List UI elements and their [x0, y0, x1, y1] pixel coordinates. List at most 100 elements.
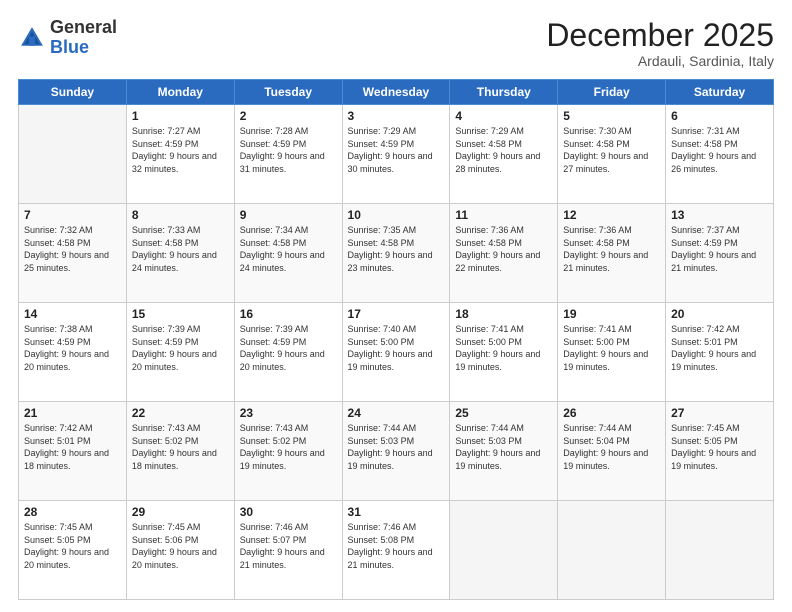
- day-info: Sunrise: 7:45 AMSunset: 5:05 PMDaylight:…: [24, 521, 121, 571]
- day-cell: 6 Sunrise: 7:31 AMSunset: 4:58 PMDaylight…: [666, 105, 774, 204]
- day-cell: 16Sunrise: 7:39 AMSunset: 4:59 PMDayligh…: [234, 303, 342, 402]
- day-number: 31: [348, 505, 445, 519]
- day-info: Sunrise: 7:41 AMSunset: 5:00 PMDaylight:…: [455, 323, 552, 373]
- day-number: 17: [348, 307, 445, 321]
- logo-blue-text: Blue: [50, 37, 89, 57]
- week-row-0: 1 Sunrise: 7:27 AMSunset: 4:59 PMDaylight…: [19, 105, 774, 204]
- page: General Blue December 2025 Ardauli, Sard…: [0, 0, 792, 612]
- day-header-tuesday: Tuesday: [234, 80, 342, 105]
- header: General Blue December 2025 Ardauli, Sard…: [18, 18, 774, 69]
- day-number: 8: [132, 208, 229, 222]
- day-info: Sunrise: 7:33 AMSunset: 4:58 PMDaylight:…: [132, 224, 229, 274]
- day-number: 7: [24, 208, 121, 222]
- day-cell: 1 Sunrise: 7:27 AMSunset: 4:59 PMDaylight…: [126, 105, 234, 204]
- day-number: 11: [455, 208, 552, 222]
- day-number: 29: [132, 505, 229, 519]
- day-info: Sunrise: 7:44 AMSunset: 5:04 PMDaylight:…: [563, 422, 660, 472]
- day-info: Sunrise: 7:42 AMSunset: 5:01 PMDaylight:…: [24, 422, 121, 472]
- week-row-3: 21 Sunrise: 7:42 AMSunset: 5:01 PMDayligh…: [19, 402, 774, 501]
- day-number: 28: [24, 505, 121, 519]
- day-cell: 7Sunrise: 7:32 AMSunset: 4:58 PMDaylight…: [19, 204, 127, 303]
- day-info: Sunrise: 7:36 AMSunset: 4:58 PMDaylight:…: [455, 224, 552, 274]
- day-number: 18: [455, 307, 552, 321]
- day-cell: 4Sunrise: 7:29 AMSunset: 4:58 PMDaylight…: [450, 105, 558, 204]
- day-number: 12: [563, 208, 660, 222]
- day-info: Sunrise: 7:36 AMSunset: 4:58 PMDaylight:…: [563, 224, 660, 274]
- day-header-friday: Friday: [558, 80, 666, 105]
- day-info: Sunrise: 7:43 AMSunset: 5:02 PMDaylight:…: [132, 422, 229, 472]
- logo-general-text: General: [50, 17, 117, 37]
- day-cell: 24 Sunrise: 7:44 AMSunset: 5:03 PMDayligh…: [342, 402, 450, 501]
- day-cell: [558, 501, 666, 600]
- title-block: December 2025 Ardauli, Sardinia, Italy: [546, 18, 774, 69]
- logo-icon: [18, 24, 46, 52]
- day-cell: 13 Sunrise: 7:37 AMSunset: 4:59 PMDayligh…: [666, 204, 774, 303]
- day-info: Sunrise: 7:45 AMSunset: 5:06 PMDaylight:…: [132, 521, 229, 571]
- day-number: 10: [348, 208, 445, 222]
- day-info: Sunrise: 7:45 AMSunset: 5:05 PMDaylight:…: [671, 422, 768, 472]
- day-number: 23: [240, 406, 337, 420]
- day-header-monday: Monday: [126, 80, 234, 105]
- day-number: 30: [240, 505, 337, 519]
- day-cell: [666, 501, 774, 600]
- day-info: Sunrise: 7:27 AMSunset: 4:59 PMDaylight:…: [132, 125, 229, 175]
- day-cell: 12 Sunrise: 7:36 AMSunset: 4:58 PMDayligh…: [558, 204, 666, 303]
- day-info: Sunrise: 7:30 AMSunset: 4:58 PMDaylight:…: [563, 125, 660, 175]
- day-info: Sunrise: 7:29 AMSunset: 4:59 PMDaylight:…: [348, 125, 445, 175]
- day-info: Sunrise: 7:40 AMSunset: 5:00 PMDaylight:…: [348, 323, 445, 373]
- day-info: Sunrise: 7:44 AMSunset: 5:03 PMDaylight:…: [348, 422, 445, 472]
- day-cell: 21 Sunrise: 7:42 AMSunset: 5:01 PMDayligh…: [19, 402, 127, 501]
- day-number: 9: [240, 208, 337, 222]
- day-cell: 11 Sunrise: 7:36 AMSunset: 4:58 PMDayligh…: [450, 204, 558, 303]
- location: Ardauli, Sardinia, Italy: [546, 53, 774, 69]
- day-cell: 8 Sunrise: 7:33 AMSunset: 4:58 PMDaylight…: [126, 204, 234, 303]
- day-info: Sunrise: 7:41 AMSunset: 5:00 PMDaylight:…: [563, 323, 660, 373]
- day-header-thursday: Thursday: [450, 80, 558, 105]
- day-header-row: SundayMondayTuesdayWednesdayThursdayFrid…: [19, 80, 774, 105]
- day-number: 16: [240, 307, 337, 321]
- day-cell: 9Sunrise: 7:34 AMSunset: 4:58 PMDaylight…: [234, 204, 342, 303]
- day-number: 6: [671, 109, 768, 123]
- day-cell: 15 Sunrise: 7:39 AMSunset: 4:59 PMDayligh…: [126, 303, 234, 402]
- day-number: 15: [132, 307, 229, 321]
- day-info: Sunrise: 7:42 AMSunset: 5:01 PMDaylight:…: [671, 323, 768, 373]
- day-number: 25: [455, 406, 552, 420]
- day-cell: 30 Sunrise: 7:46 AMSunset: 5:07 PMDayligh…: [234, 501, 342, 600]
- day-info: Sunrise: 7:31 AMSunset: 4:58 PMDaylight:…: [671, 125, 768, 175]
- day-cell: 29 Sunrise: 7:45 AMSunset: 5:06 PMDayligh…: [126, 501, 234, 600]
- day-cell: 3Sunrise: 7:29 AMSunset: 4:59 PMDaylight…: [342, 105, 450, 204]
- logo-text: General Blue: [50, 18, 117, 58]
- day-cell: 31Sunrise: 7:46 AMSunset: 5:08 PMDayligh…: [342, 501, 450, 600]
- day-info: Sunrise: 7:28 AMSunset: 4:59 PMDaylight:…: [240, 125, 337, 175]
- week-row-4: 28 Sunrise: 7:45 AMSunset: 5:05 PMDayligh…: [19, 501, 774, 600]
- day-number: 14: [24, 307, 121, 321]
- day-cell: 2 Sunrise: 7:28 AMSunset: 4:59 PMDaylight…: [234, 105, 342, 204]
- day-number: 22: [132, 406, 229, 420]
- day-info: Sunrise: 7:35 AMSunset: 4:58 PMDaylight:…: [348, 224, 445, 274]
- day-cell: 19Sunrise: 7:41 AMSunset: 5:00 PMDayligh…: [558, 303, 666, 402]
- day-number: 13: [671, 208, 768, 222]
- day-cell: 22 Sunrise: 7:43 AMSunset: 5:02 PMDayligh…: [126, 402, 234, 501]
- day-number: 1: [132, 109, 229, 123]
- week-row-2: 14 Sunrise: 7:38 AMSunset: 4:59 PMDayligh…: [19, 303, 774, 402]
- day-info: Sunrise: 7:37 AMSunset: 4:59 PMDaylight:…: [671, 224, 768, 274]
- day-info: Sunrise: 7:39 AMSunset: 4:59 PMDaylight:…: [132, 323, 229, 373]
- day-header-wednesday: Wednesday: [342, 80, 450, 105]
- day-number: 20: [671, 307, 768, 321]
- day-number: 27: [671, 406, 768, 420]
- day-cell: 26 Sunrise: 7:44 AMSunset: 5:04 PMDayligh…: [558, 402, 666, 501]
- day-number: 26: [563, 406, 660, 420]
- day-info: Sunrise: 7:46 AMSunset: 5:07 PMDaylight:…: [240, 521, 337, 571]
- day-header-saturday: Saturday: [666, 80, 774, 105]
- month-title: December 2025: [546, 18, 774, 53]
- day-cell: [19, 105, 127, 204]
- day-cell: 14 Sunrise: 7:38 AMSunset: 4:59 PMDayligh…: [19, 303, 127, 402]
- day-number: 21: [24, 406, 121, 420]
- day-number: 24: [348, 406, 445, 420]
- day-cell: 20 Sunrise: 7:42 AMSunset: 5:01 PMDayligh…: [666, 303, 774, 402]
- day-cell: 28 Sunrise: 7:45 AMSunset: 5:05 PMDayligh…: [19, 501, 127, 600]
- day-info: Sunrise: 7:38 AMSunset: 4:59 PMDaylight:…: [24, 323, 121, 373]
- day-cell: 10 Sunrise: 7:35 AMSunset: 4:58 PMDayligh…: [342, 204, 450, 303]
- day-cell: 17 Sunrise: 7:40 AMSunset: 5:00 PMDayligh…: [342, 303, 450, 402]
- day-number: 2: [240, 109, 337, 123]
